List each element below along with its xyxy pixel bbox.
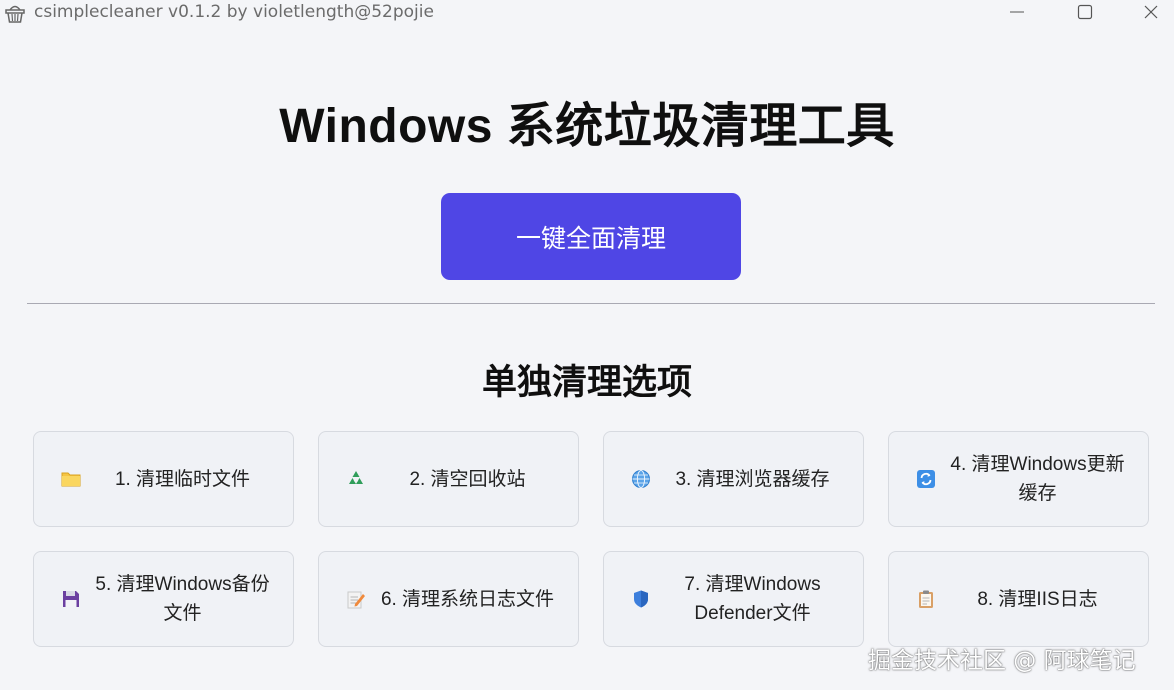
clipboard-icon bbox=[915, 588, 937, 610]
clean-system-logs-button[interactable]: 6. 清理系统日志文件 bbox=[318, 551, 579, 647]
folder-icon bbox=[60, 468, 82, 490]
clean-iis-logs-button[interactable]: 8. 清理IIS日志 bbox=[888, 551, 1149, 647]
maximize-button[interactable] bbox=[1062, 0, 1108, 24]
page-title: Windows 系统垃圾清理工具 bbox=[279, 100, 895, 153]
option-label: 6. 清理系统日志文件 bbox=[380, 588, 555, 610]
option-label: 2. 清空回收站 bbox=[409, 468, 526, 490]
globe-icon bbox=[630, 468, 652, 490]
option-label: 5. 清理Windows备份文件 bbox=[95, 574, 270, 624]
clean-windows-update-cache-button[interactable]: 4. 清理Windows更新缓存 bbox=[888, 431, 1149, 527]
close-icon bbox=[1144, 5, 1158, 19]
option-label: 4. 清理Windows更新缓存 bbox=[950, 454, 1125, 504]
trash-basket-icon bbox=[5, 5, 25, 23]
empty-recycle-bin-button[interactable]: 2. 清空回收站 bbox=[318, 431, 579, 527]
clean-all-button[interactable]: 一键全面清理 bbox=[441, 193, 741, 280]
maximize-icon bbox=[1077, 4, 1093, 20]
option-label: 8. 清理IIS日志 bbox=[977, 588, 1098, 610]
option-label: 3. 清理浏览器缓存 bbox=[675, 468, 830, 490]
clean-windows-defender-button[interactable]: 7. 清理Windows Defender文件 bbox=[603, 551, 864, 647]
recycle-icon bbox=[345, 468, 367, 490]
clean-browser-cache-button[interactable]: 3. 清理浏览器缓存 bbox=[603, 431, 864, 527]
minimize-icon bbox=[1010, 11, 1024, 13]
shield-icon bbox=[630, 588, 652, 610]
section-title: 单独清理选项 bbox=[481, 363, 692, 402]
option-label: 7. 清理Windows Defender文件 bbox=[684, 574, 821, 624]
clean-temp-files-button[interactable]: 1. 清理临时文件 bbox=[33, 431, 294, 527]
memo-icon bbox=[345, 588, 367, 610]
minimize-button[interactable] bbox=[994, 0, 1040, 24]
floppy-disk-icon bbox=[60, 588, 82, 610]
title-bar: csimplecleaner v0.1.2 by violetlength@52… bbox=[0, 0, 1174, 26]
clean-windows-backup-button[interactable]: 5. 清理Windows备份文件 bbox=[33, 551, 294, 647]
close-button[interactable] bbox=[1128, 0, 1174, 24]
refresh-icon bbox=[915, 468, 937, 490]
section-divider bbox=[27, 303, 1155, 304]
window-title: csimplecleaner v0.1.2 by violetlength@52… bbox=[34, 2, 434, 22]
option-label: 1. 清理临时文件 bbox=[114, 468, 251, 490]
watermark: 掘金技术社区 @ 阿球笔记 bbox=[868, 648, 1136, 674]
